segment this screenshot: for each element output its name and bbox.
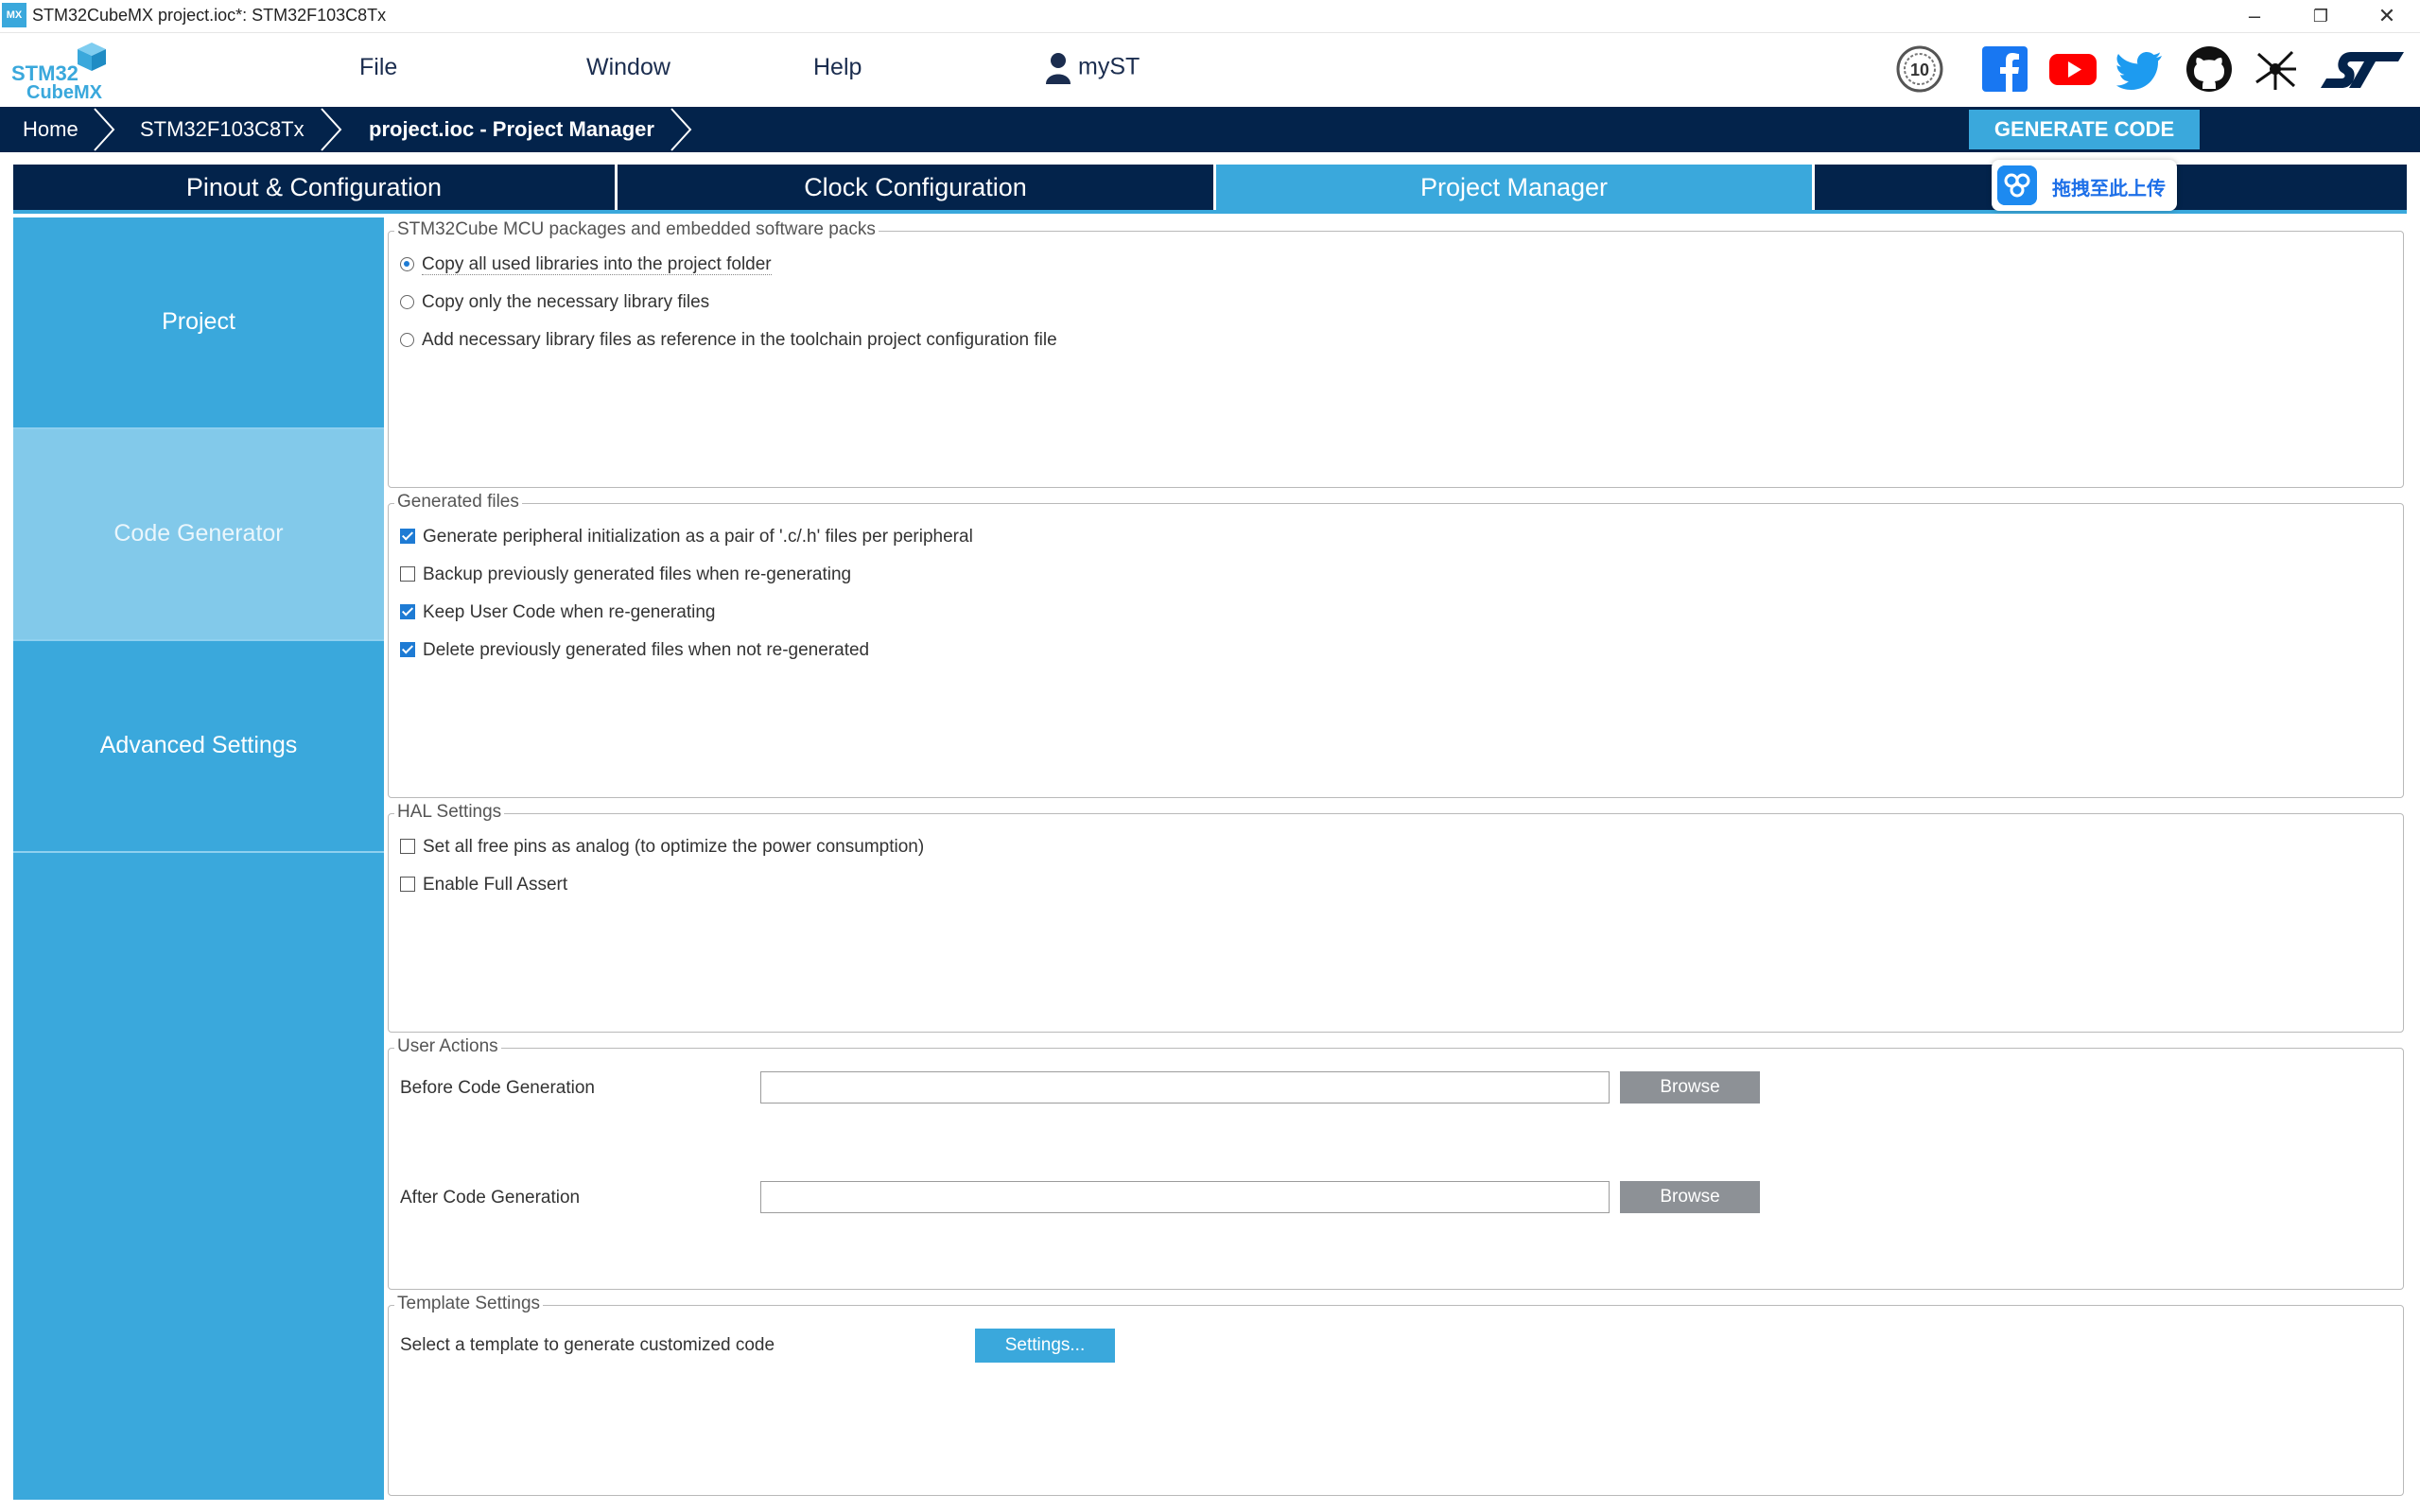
- stm32cubemx-logo: STM32 CubeMX: [9, 39, 113, 103]
- packages-panel: STM32Cube MCU packages and embedded soft…: [388, 219, 2404, 488]
- youtube-icon[interactable]: [2048, 44, 2098, 94]
- checkbox[interactable]: [400, 877, 415, 892]
- minimize-button[interactable]: –: [2226, 0, 2283, 32]
- checkbox[interactable]: [400, 529, 415, 544]
- app-icon: MX: [2, 3, 26, 27]
- github-icon[interactable]: [2185, 44, 2234, 94]
- copy-necessary-files-option[interactable]: Copy only the necessary library files: [400, 292, 709, 313]
- panel-legend: Generated files: [394, 492, 522, 513]
- panel-legend: User Actions: [394, 1036, 501, 1057]
- breadcrumb-home[interactable]: Home: [23, 107, 78, 152]
- sidebar-item-project[interactable]: Project: [13, 217, 384, 429]
- upload-drop-label: 拖拽至此上传: [2052, 179, 2166, 200]
- menu-help[interactable]: Help: [813, 54, 862, 81]
- hal-settings-panel: HAL Settings Set all free pins as analog…: [388, 802, 2404, 1033]
- sidebar-item-advanced-settings[interactable]: Advanced Settings: [13, 641, 384, 853]
- panel-legend: STM32Cube MCU packages and embedded soft…: [394, 219, 879, 240]
- menu-file[interactable]: File: [359, 54, 397, 81]
- tab-project-manager[interactable]: Project Manager: [1216, 165, 1812, 210]
- option-label: Keep User Code when re-generating: [423, 602, 716, 622]
- before-browse-button[interactable]: Browse: [1620, 1071, 1760, 1104]
- panel-legend: HAL Settings: [394, 802, 505, 823]
- facebook-icon[interactable]: [1980, 44, 2029, 94]
- before-generation-label: Before Code Generation: [400, 1078, 595, 1098]
- template-settings-panel: Template Settings Select a template to g…: [388, 1294, 2404, 1496]
- full-assert-checkbox[interactable]: Enable Full Assert: [400, 875, 567, 895]
- option-label: Delete previously generated files when n…: [423, 640, 870, 660]
- option-label: Add necessary library files as reference…: [422, 330, 1057, 350]
- user-icon: [1046, 53, 1071, 84]
- project-manager-sidebar: Project Code Generator Advanced Settings: [13, 217, 384, 1500]
- backup-files-checkbox[interactable]: Backup previously generated files when r…: [400, 565, 851, 585]
- network-icon[interactable]: [2251, 44, 2300, 94]
- logo-text-cubemx: CubeMX: [26, 82, 102, 103]
- menu-window[interactable]: Window: [586, 54, 670, 81]
- after-generation-input[interactable]: [760, 1181, 1610, 1213]
- sidebar-item-code-generator[interactable]: Code Generator: [13, 429, 384, 641]
- delete-old-files-checkbox[interactable]: Delete previously generated files when n…: [400, 640, 869, 661]
- option-label: Copy only the necessary library files: [422, 292, 710, 312]
- sidebar-item-label: Advanced Settings: [99, 732, 298, 758]
- sidebar-item-label: Project: [162, 308, 235, 335]
- breadcrumb-separator-icon: [321, 108, 342, 151]
- twitter-icon[interactable]: [2116, 44, 2166, 94]
- checkbox[interactable]: [400, 604, 415, 619]
- template-settings-button[interactable]: Settings...: [975, 1329, 1115, 1363]
- panel-legend: Template Settings: [394, 1294, 544, 1314]
- radio-button[interactable]: [400, 333, 414, 347]
- maximize-button[interactable]: ❐: [2292, 0, 2349, 32]
- tab-divider: [1812, 165, 1815, 210]
- option-label: Set all free pins as analog (to optimize…: [423, 837, 925, 857]
- svg-text:10: 10: [1910, 61, 1929, 79]
- generate-code-button[interactable]: GENERATE CODE: [1969, 110, 2200, 149]
- template-label: Select a template to generate customized…: [400, 1335, 775, 1355]
- generated-files-panel: Generated files Generate peripheral init…: [388, 492, 2404, 798]
- copy-all-libraries-option[interactable]: Copy all used libraries into the project…: [400, 254, 772, 275]
- sidebar-item-label: Code Generator: [113, 520, 284, 547]
- window-title-bar: MX STM32CubeMX project.ioc*: STM32F103C8…: [0, 0, 2420, 33]
- breadcrumb-separator-icon: [94, 108, 115, 151]
- option-label: Generate peripheral initialization as a …: [423, 527, 973, 547]
- add-as-reference-option[interactable]: Add necessary library files as reference…: [400, 330, 1057, 351]
- checkbox[interactable]: [400, 642, 415, 657]
- st-logo-icon[interactable]: [2317, 44, 2408, 94]
- tab-clock-configuration[interactable]: Clock Configuration: [618, 165, 1213, 210]
- user-actions-panel: User Actions Before Code Generation Brow…: [388, 1036, 2404, 1290]
- option-label: Copy all used libraries into the project…: [422, 254, 772, 275]
- free-pins-analog-checkbox[interactable]: Set all free pins as analog (to optimize…: [400, 837, 924, 858]
- after-generation-label: After Code Generation: [400, 1188, 581, 1208]
- breadcrumb-mcu[interactable]: STM32F103C8Tx: [140, 107, 305, 152]
- breadcrumb-current[interactable]: project.ioc - Project Manager: [369, 107, 654, 152]
- tab-pinout-configuration[interactable]: Pinout & Configuration: [13, 165, 615, 210]
- generate-pair-files-checkbox[interactable]: Generate peripheral initialization as a …: [400, 527, 973, 547]
- cube-logo-icon: [78, 43, 106, 71]
- radio-button[interactable]: [400, 257, 414, 271]
- ten-years-badge-icon[interactable]: 10: [1895, 44, 1944, 94]
- before-generation-input[interactable]: [760, 1071, 1610, 1104]
- window-title: STM32CubeMX project.ioc*: STM32F103C8Tx: [32, 6, 387, 25]
- keep-user-code-checkbox[interactable]: Keep User Code when re-generating: [400, 602, 715, 623]
- cloud-upload-icon: [1997, 165, 2037, 205]
- after-browse-button[interactable]: Browse: [1620, 1181, 1760, 1213]
- upload-drop-overlay[interactable]: 拖拽至此上传: [1992, 160, 2177, 211]
- menu-myst[interactable]: myST: [1044, 52, 1140, 84]
- breadcrumb-separator-icon: [670, 108, 692, 151]
- checkbox[interactable]: [400, 839, 415, 854]
- checkbox[interactable]: [400, 566, 415, 582]
- app-header: STM32 CubeMX File Window Help myST 10: [0, 33, 2420, 107]
- myst-label: myST: [1078, 53, 1140, 80]
- option-label: Backup previously generated files when r…: [423, 565, 852, 584]
- radio-button[interactable]: [400, 295, 414, 309]
- option-label: Enable Full Assert: [423, 875, 568, 895]
- close-button[interactable]: ✕: [2359, 0, 2415, 32]
